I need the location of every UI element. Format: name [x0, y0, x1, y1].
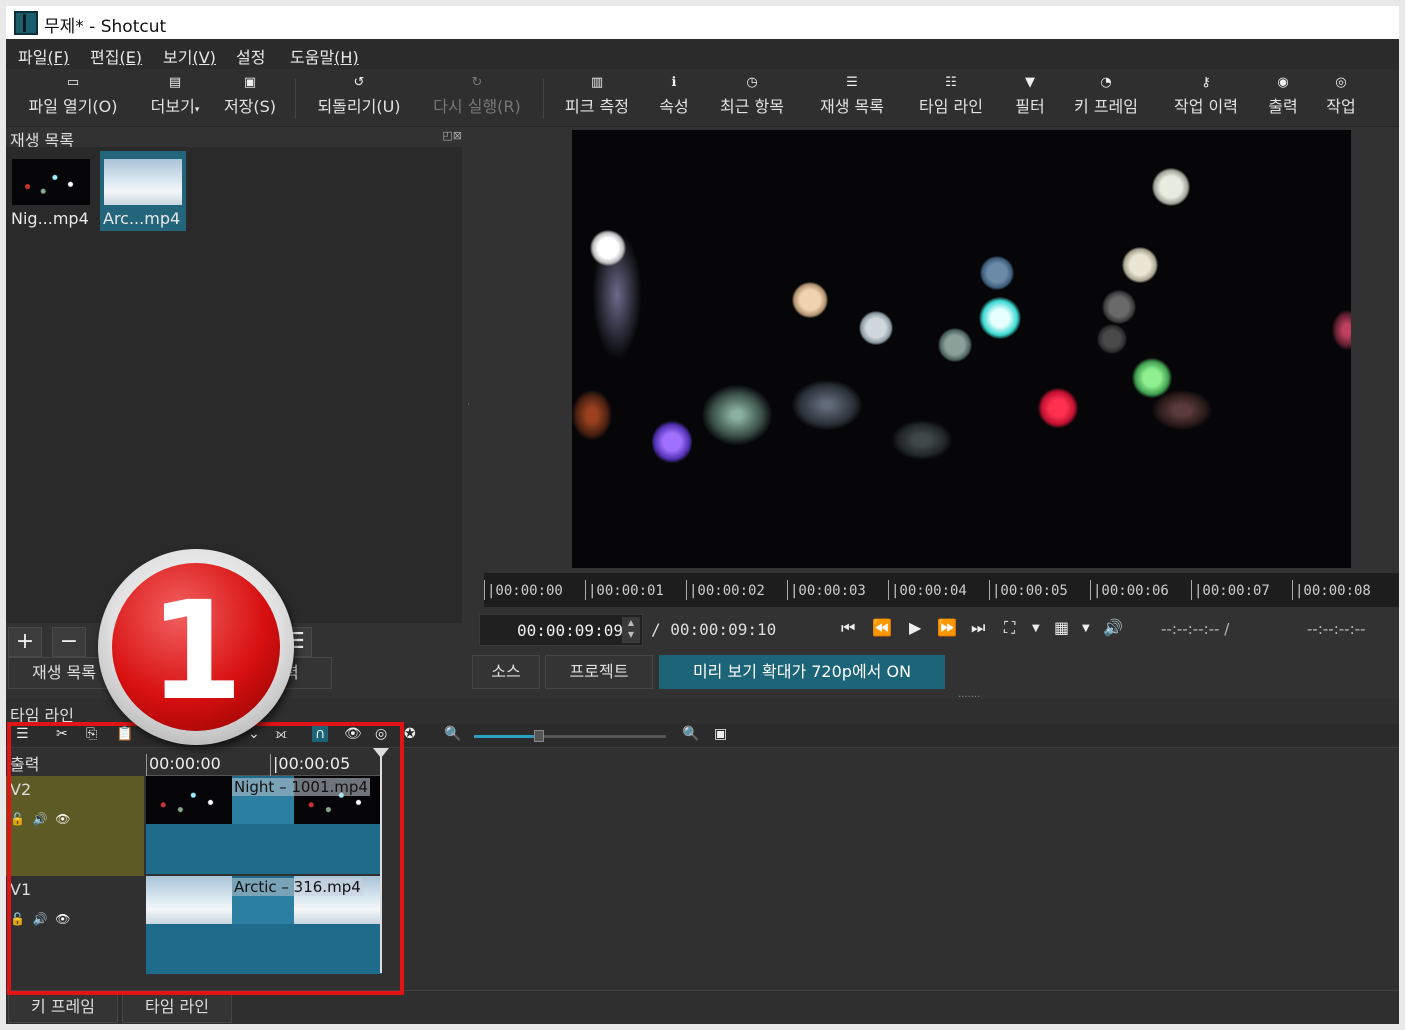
- play-icon[interactable]: ▶: [909, 618, 921, 637]
- keyframes-button[interactable]: ◔ 키 프레임: [1066, 73, 1146, 123]
- ruler-tick-label: |00:00:05: [989, 580, 1068, 600]
- menu-edit[interactable]: 편집(E): [90, 44, 142, 68]
- meter-icon: ▥: [590, 75, 604, 90]
- out-point-label: --:--:--:--: [1307, 620, 1366, 638]
- position-timecode-field[interactable]: 00:00:09:09 ▲ ▼: [479, 614, 643, 646]
- in-point-label: --:--:--:-- /: [1161, 620, 1230, 638]
- menu-settings[interactable]: 설정: [236, 44, 265, 68]
- stopwatch-icon: ◔: [1100, 75, 1112, 90]
- zoom-slider-fill: [474, 735, 539, 738]
- step-number-badge: 1: [98, 549, 294, 745]
- badge-number: 1: [148, 573, 244, 731]
- ripple-all-icon[interactable]: ✪: [404, 726, 416, 742]
- disc-icon: ◉: [1277, 75, 1289, 90]
- skip-to-start-icon[interactable]: ⏮: [841, 618, 855, 638]
- open-file-button[interactable]: ▭ 파일 열기(O): [20, 73, 126, 123]
- playlist-item-arctic[interactable]: Arc...mp4: [100, 151, 186, 231]
- player-panel: |00:00:00 |00:00:01 |00:00:02 |00:00:03 …: [469, 127, 1399, 747]
- toolbar-separator: [543, 79, 544, 119]
- list-icon: ☰: [846, 75, 858, 90]
- undo-icon: ↺: [353, 75, 365, 90]
- fast-forward-icon[interactable]: ⏩: [937, 618, 957, 637]
- recent-button[interactable]: ◷ 최근 항목: [711, 73, 793, 123]
- bottom-dock-tabs: 키 프레임 타임 라인: [6, 990, 1399, 1024]
- filters-button[interactable]: ▼ 필터: [1010, 73, 1050, 123]
- save-icon: ▣: [243, 75, 257, 90]
- zoom-slider-handle[interactable]: [534, 730, 544, 742]
- zoom-fit-icon[interactable]: ⛶: [1004, 618, 1015, 638]
- save-button[interactable]: ▣ 저장(S): [219, 73, 281, 123]
- playlist-item-caption: Nig...mp4: [11, 209, 89, 228]
- dock-float-close-icons[interactable]: ◰⊠: [442, 129, 462, 142]
- player-scrub-ruler[interactable]: |00:00:00 |00:00:01 |00:00:02 |00:00:03 …: [484, 573, 1399, 607]
- info-icon: ℹ: [671, 75, 677, 90]
- undo-button[interactable]: ↺ 되돌리기(U): [309, 73, 409, 123]
- position-spinner-icon[interactable]: ▲ ▼: [622, 617, 640, 643]
- skip-to-end-icon[interactable]: ⏭: [971, 618, 985, 638]
- playlist-item-night[interactable]: Nig...mp4: [8, 151, 94, 231]
- window-title: 무제* - Shotcut: [44, 17, 167, 37]
- peak-meter-button[interactable]: ▥ 피크 측정: [557, 73, 637, 123]
- clock-icon: ◷: [746, 75, 758, 90]
- ruler-tick-label: |00:00:00: [484, 580, 563, 600]
- database-icon: ◎: [1335, 75, 1347, 90]
- main-window: 파일(F) 편집(E) 보기(V) 설정 도움말(H) ▭ 파일 열기(O) ▤ 더…: [6, 39, 1399, 1024]
- redo-icon: ↻: [471, 75, 483, 90]
- night-clip-thumbnail: [12, 159, 90, 205]
- zoom-out-icon[interactable]: 🔍: [444, 726, 461, 742]
- toolbar-separator: [295, 79, 296, 119]
- redo-button[interactable]: ↻ 다시 실행(R): [425, 73, 529, 123]
- zoom-in-icon[interactable]: 🔍: [682, 726, 699, 742]
- timeline-button[interactable]: ☷ 타임 라인: [911, 73, 991, 123]
- tab-source[interactable]: 소스: [472, 655, 540, 689]
- main-toolbar: ▭ 파일 열기(O) ▤ 더보기▾ ▣ 저장(S) ↺ 되돌리기(U) ↻ 다시 실행(R…: [6, 69, 1399, 127]
- file-plus-icon: ▤: [168, 75, 182, 90]
- filter-icon: ▼: [1025, 75, 1035, 90]
- folder-icon: ▭: [66, 75, 80, 90]
- more-button[interactable]: ▤ 더보기▾: [144, 73, 206, 123]
- ruler-tick-label: |00:00:07: [1191, 580, 1270, 600]
- add-to-playlist-button[interactable]: +: [8, 627, 42, 657]
- menu-bar: 파일(F) 편집(E) 보기(V) 설정 도움말(H): [6, 39, 1399, 69]
- annotation-highlight-box: [7, 722, 404, 995]
- ruler-tick-label: |00:00:08: [1292, 580, 1371, 600]
- timeline-icon: ☷: [945, 75, 957, 90]
- playlist-list[interactable]: Nig...mp4 Arc...mp4: [6, 147, 462, 623]
- tab-keyframes[interactable]: 키 프레임: [8, 991, 118, 1023]
- playlist-button[interactable]: ☰ 재생 목록: [812, 73, 892, 123]
- remove-from-playlist-button[interactable]: −: [52, 627, 86, 657]
- ruler-tick-label: |00:00:06: [1090, 580, 1169, 600]
- tab-timeline[interactable]: 타임 라인: [122, 991, 232, 1023]
- ruler-tick-label: |00:00:03: [787, 580, 866, 600]
- rewind-icon[interactable]: ⏪: [872, 618, 892, 637]
- shotcut-app-icon: [14, 11, 38, 35]
- chevron-down-icon[interactable]: ▼: [1032, 623, 1040, 634]
- menu-file[interactable]: 파일(F): [18, 44, 69, 68]
- menu-help[interactable]: 도움말(H): [290, 44, 359, 68]
- grid-icon[interactable]: ▦: [1054, 618, 1069, 637]
- history-icon: ⚷: [1201, 75, 1211, 90]
- ruler-tick-label: |00:00:02: [686, 580, 765, 600]
- video-preview: [572, 130, 1351, 568]
- properties-button[interactable]: ℹ 속성: [654, 73, 694, 123]
- tab-project[interactable]: 프로젝트: [545, 655, 653, 689]
- history-button[interactable]: ⚷ 작업 이력: [1166, 73, 1246, 123]
- arctic-clip-thumbnail: [104, 159, 182, 205]
- title-bar: 무제* - Shotcut: [6, 6, 1399, 39]
- preview-scaling-button[interactable]: 미리 보기 확대가 720p에서 ON: [659, 655, 945, 689]
- jobs-button[interactable]: ◎ 작업: [1320, 73, 1362, 123]
- duration-label: / 00:00:09:10: [651, 620, 777, 639]
- playlist-item-caption: Arc...mp4: [103, 209, 181, 228]
- volume-icon[interactable]: 🔊: [1103, 618, 1123, 637]
- export-button[interactable]: ◉ 출력: [1262, 73, 1304, 123]
- menu-view[interactable]: 보기(V): [163, 44, 216, 68]
- chevron-down-icon[interactable]: ▼: [1082, 623, 1090, 634]
- ruler-tick-label: |00:00:01: [585, 580, 664, 600]
- ruler-tick-label: |00:00:04: [888, 580, 967, 600]
- zoom-fit-icon[interactable]: ▣: [714, 726, 727, 742]
